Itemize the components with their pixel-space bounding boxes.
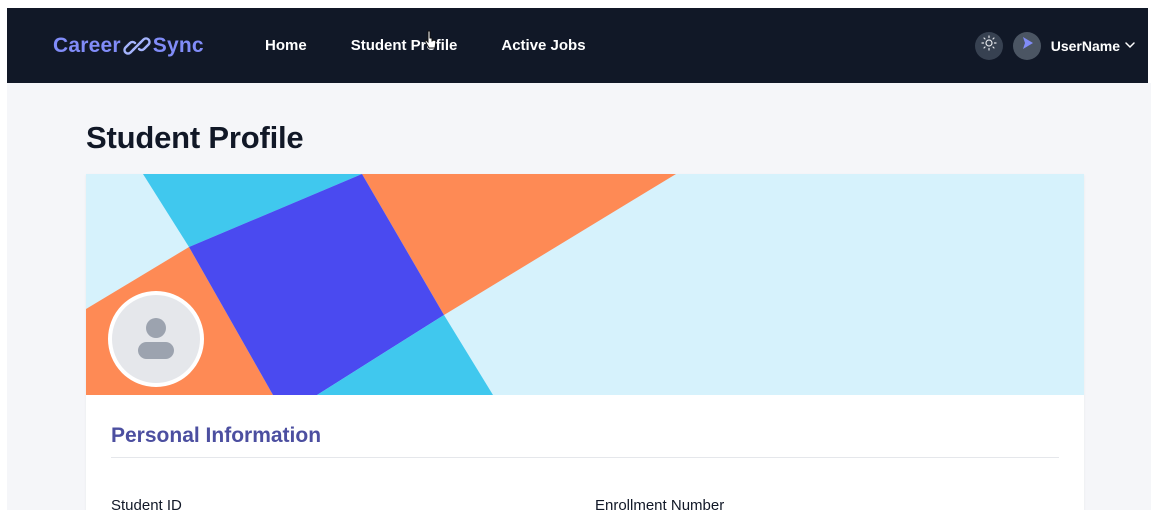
theme-toggle-button[interactable] bbox=[974, 31, 1003, 60]
link-icon bbox=[123, 32, 151, 60]
left-gutter bbox=[0, 0, 7, 510]
top-navbar: Career Sync Home Student Profile Active … bbox=[7, 8, 1148, 83]
brand-logo[interactable]: Career Sync bbox=[53, 30, 204, 62]
user-avatar[interactable] bbox=[1012, 31, 1041, 60]
user-name-label: UserName bbox=[1050, 37, 1120, 54]
user-menu[interactable]: UserName bbox=[1051, 38, 1136, 54]
brand-name-right: Sync bbox=[152, 34, 204, 57]
nav-right-controls: UserName bbox=[974, 8, 1136, 83]
profile-avatar[interactable] bbox=[108, 291, 204, 387]
nav-student-profile[interactable]: Student Profile bbox=[351, 37, 458, 54]
nav-active-jobs[interactable]: Active Jobs bbox=[501, 37, 585, 54]
label-student-id: Student ID bbox=[111, 497, 182, 510]
play-icon bbox=[1019, 35, 1035, 56]
user-silhouette-icon bbox=[126, 307, 186, 372]
nav-home[interactable]: Home bbox=[265, 37, 307, 54]
sun-icon bbox=[981, 35, 997, 56]
label-enrollment-number: Enrollment Number bbox=[595, 497, 725, 510]
top-strip bbox=[0, 0, 1151, 8]
main-nav: Home Student Profile Active Jobs bbox=[265, 8, 630, 83]
section-title-personal-info: Personal Information bbox=[111, 424, 322, 447]
profile-banner bbox=[86, 174, 1084, 395]
brand-name-left: Career bbox=[53, 34, 121, 57]
profile-card: Personal Information Student ID Enrollme… bbox=[86, 174, 1084, 510]
app-viewport: Career Sync Home Student Profile Active … bbox=[0, 0, 1151, 510]
page-title: Student Profile bbox=[86, 120, 304, 155]
section-divider bbox=[111, 457, 1059, 458]
chevron-down-icon bbox=[1124, 38, 1136, 54]
